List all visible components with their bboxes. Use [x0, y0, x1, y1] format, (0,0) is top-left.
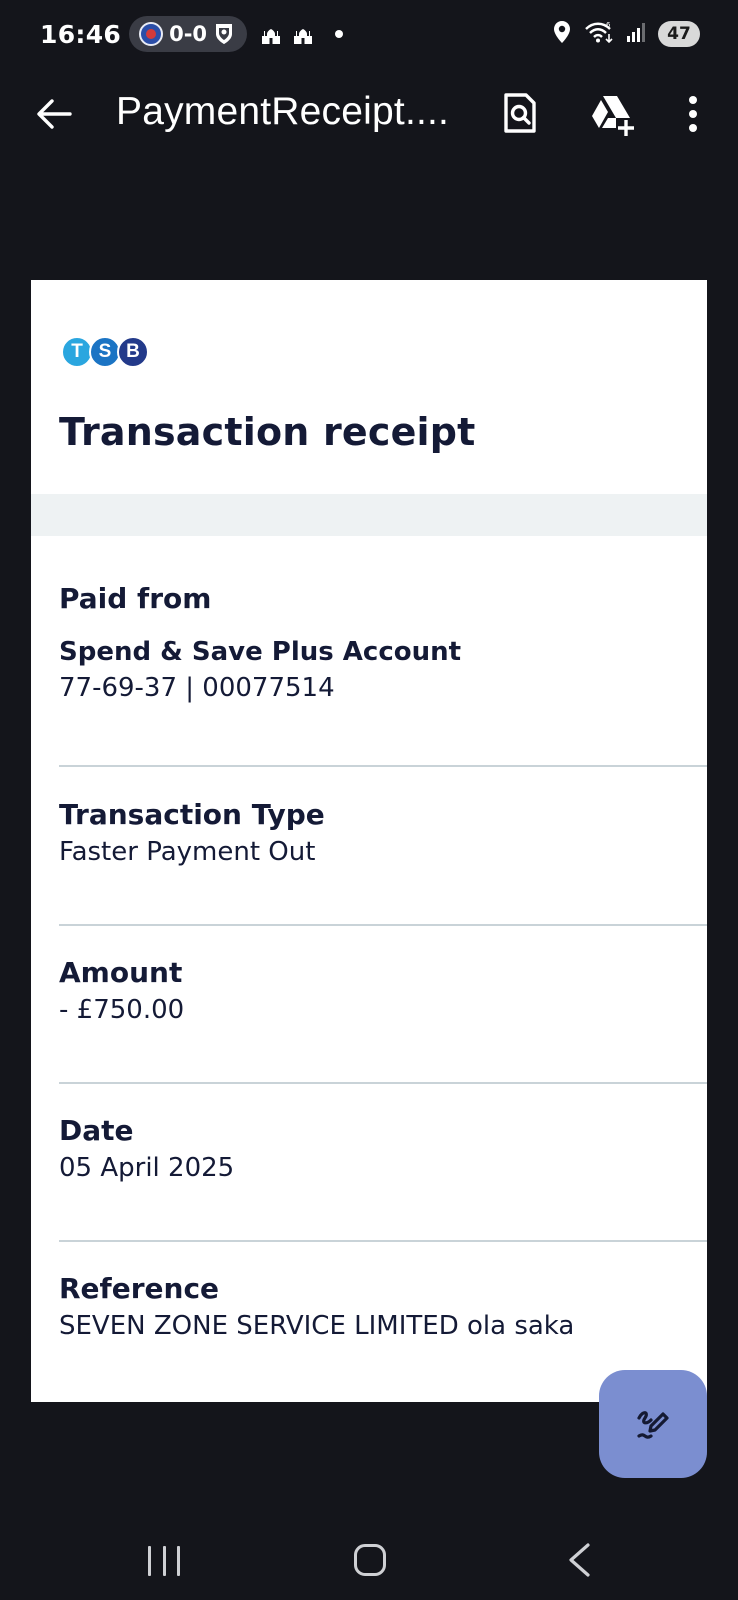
account-name: Spend & Save Plus Account [59, 637, 462, 667]
document-page: T S B Transaction receipt Paid from Spen… [31, 280, 707, 1402]
back-icon[interactable] [566, 1542, 592, 1578]
tsb-logo: T S B [61, 336, 149, 368]
divider [59, 765, 707, 767]
more-vert-icon[interactable] [681, 92, 705, 136]
date-value: 05 April 2025 [59, 1153, 235, 1183]
date-heading: Date [59, 1114, 134, 1147]
signal-icon [626, 21, 646, 47]
team-badge-icon [139, 22, 164, 46]
screen: 16:46 0-0 6 47 PaymentReceipt.... T S B … [0, 0, 738, 1600]
location-icon [552, 20, 572, 48]
status-time: 16:46 [40, 19, 122, 49]
reference-value: SEVEN ZONE SERVICE LIMITED ola saka [59, 1311, 575, 1341]
app-bar: PaymentReceipt.... [0, 78, 738, 148]
drive-add-icon[interactable] [590, 94, 636, 136]
wifi-icon: 6 [584, 20, 614, 48]
date-section: Date 05 April 2025 [59, 1114, 707, 1183]
status-right: 6 47 [552, 20, 700, 48]
header-band [31, 494, 707, 536]
reference-heading: Reference [59, 1272, 220, 1305]
team-badge-icon [213, 21, 235, 47]
transaction-type-heading: Transaction Type [59, 798, 325, 831]
divider [59, 924, 707, 926]
mosque-icon [291, 22, 315, 46]
battery-icon: 47 [658, 21, 700, 47]
recents-icon[interactable] [148, 1546, 180, 1576]
notification-dot-icon [335, 30, 344, 38]
edit-sign-button[interactable] [599, 1370, 707, 1478]
divider [59, 1082, 707, 1084]
document-title: PaymentReceipt.... [116, 90, 450, 133]
divider [59, 1240, 707, 1242]
reference-section: Reference SEVEN ZONE SERVICE LIMITED ola… [59, 1272, 707, 1341]
mosque-icon [259, 22, 283, 46]
transaction-type-value: Faster Payment Out [59, 837, 316, 867]
paid-from-section: Paid from Spend & Save Plus Account 77-6… [59, 582, 707, 703]
amount-heading: Amount [59, 956, 183, 989]
system-nav-bar [0, 1520, 738, 1590]
back-arrow-icon[interactable] [34, 94, 74, 134]
edit-sign-icon [637, 1411, 669, 1439]
home-icon[interactable] [354, 1544, 386, 1576]
paid-from-heading: Paid from [59, 582, 212, 615]
amount-value: - £750.00 [59, 995, 185, 1025]
svg-text:6: 6 [606, 21, 611, 29]
status-bar: 16:46 0-0 6 47 [0, 0, 738, 68]
logo-letter: B [117, 336, 149, 368]
transaction-type-section: Transaction Type Faster Payment Out [59, 798, 707, 867]
search-document-icon[interactable] [502, 92, 542, 136]
score-text: 0-0 [169, 22, 208, 46]
account-details: 77-69-37 | 00077514 [59, 673, 335, 703]
live-score-pill[interactable]: 0-0 [129, 16, 248, 52]
amount-section: Amount - £750.00 [59, 956, 707, 1025]
receipt-title: Transaction receipt [59, 410, 476, 454]
